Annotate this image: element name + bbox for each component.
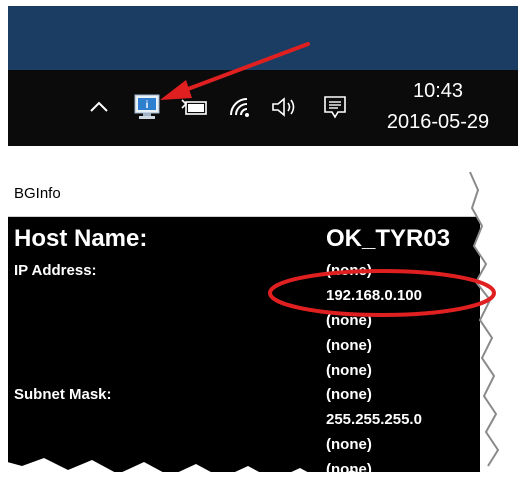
bginfo-monitor-icon[interactable]: i — [132, 90, 162, 124]
clock-time: 10:43 — [412, 80, 464, 102]
ip-address-label: IP Address: — [14, 262, 97, 279]
bginfo-titlebar[interactable]: BGInfo — [8, 172, 480, 217]
subnet-mask-label: Subnet Mask: — [14, 386, 112, 403]
subnet-value: 255.255.255.0 — [326, 411, 422, 428]
volume-icon[interactable] — [270, 90, 300, 124]
desktop-background — [8, 6, 518, 70]
host-name-label: Host Name: — [14, 225, 148, 252]
subnet-value: (none) — [326, 386, 372, 403]
window-title: BGInfo — [14, 185, 61, 202]
ip-value: (none) — [326, 262, 372, 279]
battery-icon[interactable] — [180, 90, 210, 124]
taskbar-clock[interactable]: 10:43 2016-05-29 — [368, 78, 508, 136]
chevron-up-icon[interactable] — [84, 90, 114, 124]
bginfo-window: BGInfo Host Name: OK_TYR03 IP Address: (… — [8, 172, 480, 472]
ip-value: (none) — [326, 337, 372, 354]
svg-text:i: i — [146, 100, 149, 111]
taskbar-screenshot: i 10:43 2016-05-29 — [8, 6, 518, 146]
taskbar: i 10:43 2016-05-29 — [8, 70, 518, 146]
subnet-value: (none) — [326, 461, 372, 472]
notification-icon[interactable] — [320, 90, 350, 124]
bginfo-info-panel: Host Name: OK_TYR03 IP Address: (none) 1… — [8, 217, 480, 473]
host-name-value: OK_TYR03 — [326, 225, 451, 252]
ip-value: (none) — [326, 362, 372, 379]
wifi-icon[interactable] — [226, 90, 256, 124]
ip-value: 192.168.0.100 — [326, 287, 422, 304]
ip-value: (none) — [326, 312, 372, 329]
clock-date: 2016-05-29 — [386, 111, 490, 133]
subnet-value: (none) — [326, 436, 372, 453]
